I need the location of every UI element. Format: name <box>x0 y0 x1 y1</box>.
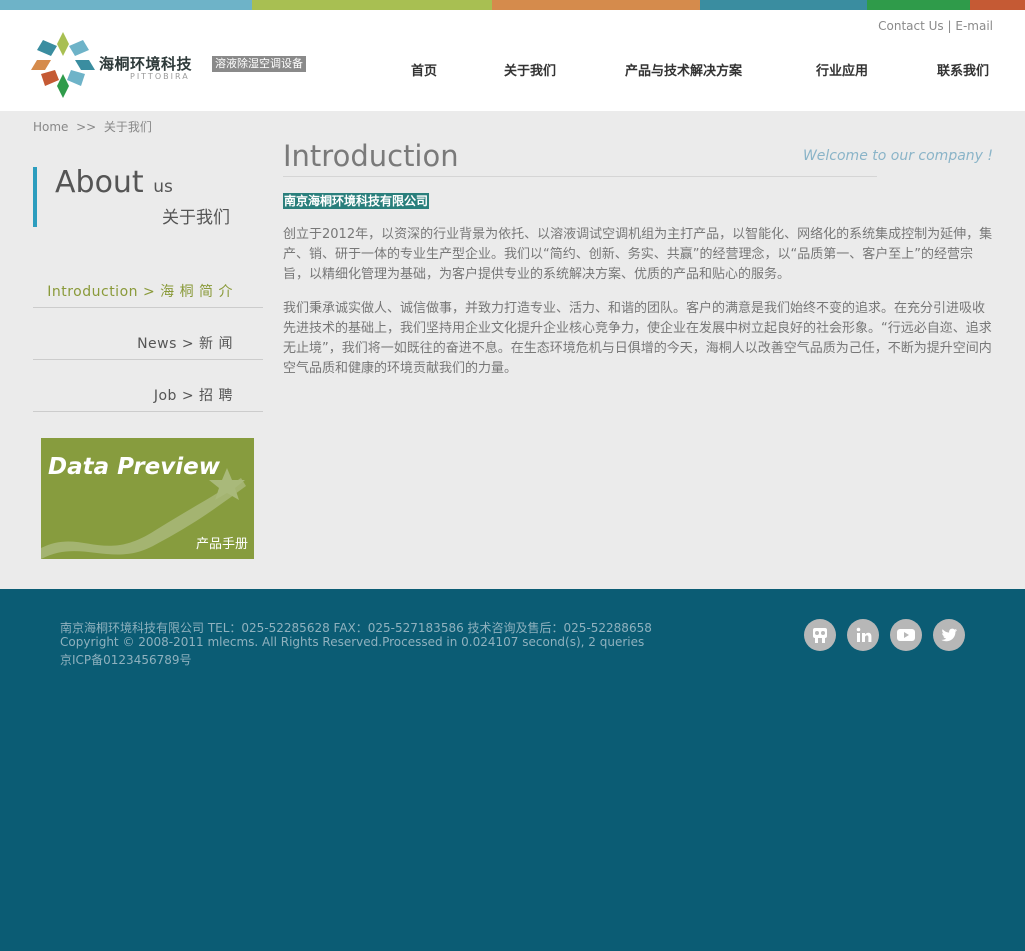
color-segment-3 <box>492 0 700 10</box>
color-segment-4 <box>700 0 867 10</box>
sidebar-item-job[interactable]: Job > 招 聘 <box>33 385 263 412</box>
nav-item-industries[interactable]: 行业应用 <box>816 60 868 79</box>
breadcrumb-current: 关于我们 <box>103 120 152 134</box>
sidebar-title-en-big: About <box>55 165 144 200</box>
footer-contact: 南京海桐环境科技有限公司 TEL：025-52285628 FAX：025-52… <box>60 621 652 635</box>
youtube-icon[interactable] <box>890 619 922 651</box>
top-links-separator: | <box>947 19 952 33</box>
sidebar-title-en-small: us <box>153 177 173 197</box>
sidebar-item-label: Job > 招 聘 <box>153 388 233 404</box>
content-area: Home >> 关于我们 About us 关于我们 Introduction … <box>0 111 1025 589</box>
breadcrumb: Home >> 关于我们 <box>33 118 152 135</box>
color-segment-5 <box>867 0 970 10</box>
data-preview-banner[interactable]: Data Preview 产品手册 <box>41 438 254 559</box>
site-footer: 南京海桐环境科技有限公司 TEL：025-52285628 FAX：025-52… <box>0 589 1025 951</box>
sidebar-item-label: News > 新 闻 <box>137 336 233 352</box>
sidebar-item-introduction[interactable]: Introduction > 海 桐 简 介 <box>33 281 263 308</box>
intro-paragraph-2: 我们秉承诚实做人、诚信做事，并致力打造专业、活力、和谐的团队。客户的满意是我们始… <box>283 301 992 376</box>
welcome-text: Welcome to our company ! <box>802 148 993 164</box>
contact-us-link[interactable]: Contact Us <box>878 19 944 33</box>
title-divider <box>283 176 877 177</box>
color-segment-1 <box>0 0 252 10</box>
linkedin-icon[interactable] <box>847 619 879 651</box>
sidebar-title: About us 关于我们 <box>33 167 267 228</box>
sidebar-title-cn: 关于我们 <box>162 208 230 228</box>
breadcrumb-separator: >> <box>76 120 97 134</box>
nav-item-about[interactable]: 关于我们 <box>504 60 556 79</box>
sidebar-title-en: About us <box>55 167 173 203</box>
banner-subtitle: 产品手册 <box>195 537 248 552</box>
top-color-bar <box>0 0 1025 10</box>
sidebar-item-news[interactable]: News > 新 闻 <box>33 333 263 360</box>
breadcrumb-home[interactable]: Home <box>33 120 68 134</box>
nav-item-home[interactable]: 首页 <box>411 60 437 79</box>
nav-item-contact[interactable]: 联系我们 <box>937 60 989 79</box>
color-segment-2 <box>252 0 492 10</box>
sidebar-item-label: Introduction > 海 桐 简 介 <box>47 284 233 300</box>
footer-icp: 京ICP备0123456789号 <box>60 653 192 667</box>
banner-title: Data Preview <box>48 454 220 480</box>
top-links: Contact Us | E-mail <box>878 19 993 33</box>
color-segment-6 <box>970 0 1025 10</box>
twitter-icon[interactable] <box>933 619 965 651</box>
site-header: 海桐环境科技 PITTOBIRA 溶液除湿空调设备 Contact Us | E… <box>0 10 1025 111</box>
company-name: 南京海桐环境科技有限公司 <box>283 193 430 209</box>
intro-paragraph-1: 创立于2012年，以资深的行业背景为依托、以溶液调试空调机组为主打产品，以智能化… <box>283 227 993 282</box>
slideshare-icon[interactable] <box>804 619 836 651</box>
main-nav: 首页 关于我们 产品与技术解决方案 行业应用 联系我们 <box>0 60 1025 80</box>
nav-item-products[interactable]: 产品与技术解决方案 <box>625 60 742 79</box>
footer-copyright: Copyright © 2008-2011 mlecms. All Rights… <box>60 635 645 649</box>
page-title: Introduction <box>283 139 459 173</box>
email-link[interactable]: E-mail <box>955 19 993 33</box>
